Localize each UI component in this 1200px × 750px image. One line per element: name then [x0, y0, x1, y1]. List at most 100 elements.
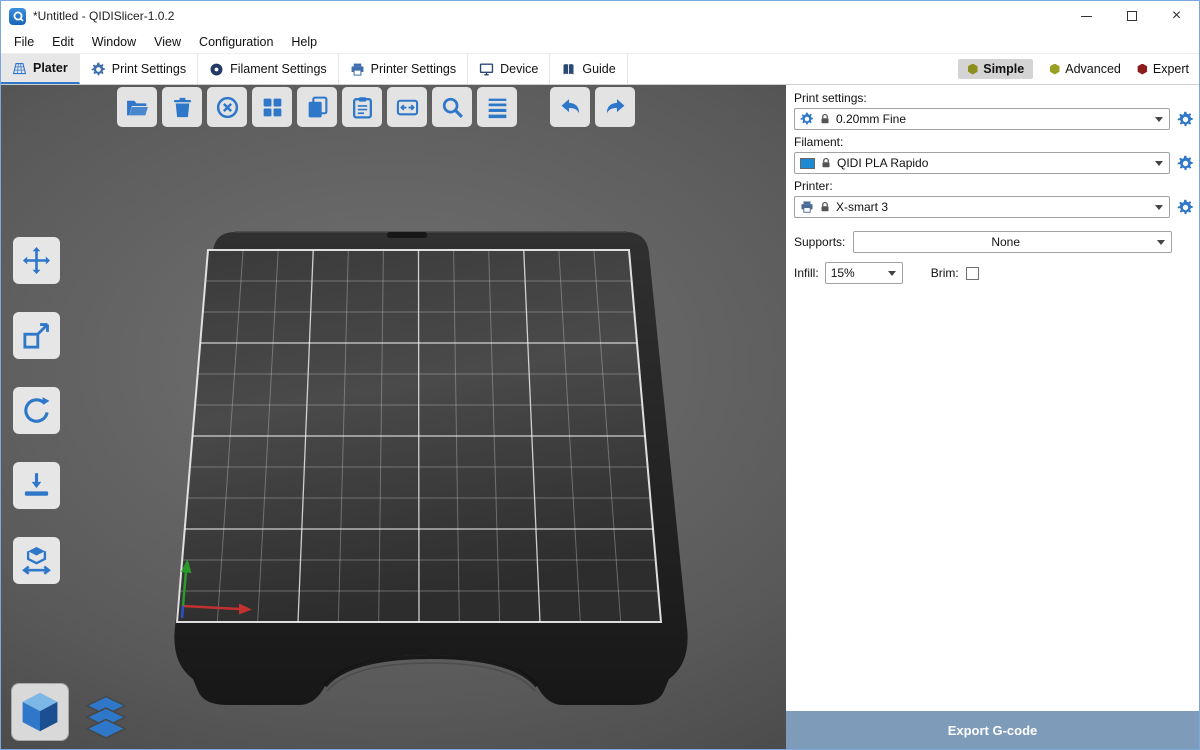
redo-button[interactable] [595, 87, 635, 127]
3d-cube-icon [18, 690, 62, 734]
tab-plater[interactable]: Plater [1, 54, 80, 84]
menu-help[interactable]: Help [282, 32, 326, 52]
3d-editor-view-button[interactable] [11, 683, 69, 741]
mode-expert-label: Expert [1153, 62, 1189, 76]
delete-button[interactable] [162, 87, 202, 127]
paste-icon [350, 95, 375, 120]
export-gcode-button[interactable]: Export G-code [786, 711, 1199, 749]
search-button[interactable] [432, 87, 472, 127]
supports-combo[interactable]: None [853, 231, 1172, 253]
mode-simple-label: Simple [983, 62, 1024, 76]
mode-simple[interactable]: Simple [958, 59, 1033, 79]
printer-icon [350, 62, 365, 77]
tab-filament-settings[interactable]: Filament Settings [198, 54, 339, 84]
mode-advanced[interactable]: Advanced [1049, 62, 1121, 76]
delete-all-button[interactable] [207, 87, 247, 127]
print-settings-value: 0.20mm Fine [836, 112, 1150, 126]
printer-icon [800, 200, 814, 214]
copy-button[interactable] [297, 87, 337, 127]
rotate-icon [21, 395, 52, 426]
filament-spool-icon [209, 62, 224, 77]
printer-combo[interactable]: X-smart 3 [794, 196, 1170, 218]
qidislicer-window: *Untitled - QIDISlicer-1.0.2 × File Edit… [0, 0, 1200, 750]
scale-button[interactable] [13, 312, 60, 359]
print-bed-render [1, 85, 786, 750]
chevron-down-icon [1155, 117, 1163, 122]
print-settings-label: Print settings: [794, 91, 1199, 105]
advanced-mode-hexagon-icon [1049, 64, 1060, 75]
sidebar: Print settings: 0.20mm Fine Filament: QI… [786, 85, 1199, 749]
menu-configuration[interactable]: Configuration [190, 32, 282, 52]
filament-combo[interactable]: QIDI PLA Rapido [794, 152, 1170, 174]
mode-selector: Simple Advanced Expert [958, 54, 1199, 84]
copy-icon [305, 95, 330, 120]
supports-value: None [859, 235, 1152, 249]
redo-icon [603, 95, 628, 120]
filament-color-swatch [800, 158, 815, 169]
place-on-face-button[interactable] [13, 462, 60, 509]
filament-label: Filament: [794, 135, 1199, 149]
minimize-button[interactable] [1064, 1, 1109, 31]
book-icon [561, 62, 576, 77]
printer-gear-button[interactable] [1177, 199, 1194, 216]
infill-value: 15% [831, 266, 883, 280]
3d-viewport[interactable] [1, 85, 786, 749]
infill-label: Infill: [794, 266, 819, 280]
rotate-button[interactable] [13, 387, 60, 434]
bed-top-notch [387, 232, 427, 238]
window-title: *Untitled - QIDISlicer-1.0.2 [33, 9, 174, 23]
tab-printer-settings-label: Printer Settings [371, 62, 456, 76]
move-button[interactable] [13, 237, 60, 284]
split-icon [395, 95, 420, 120]
maximize-button[interactable] [1109, 1, 1154, 31]
menu-edit[interactable]: Edit [43, 32, 83, 52]
chevron-down-icon [888, 271, 896, 276]
undo-button[interactable] [550, 87, 590, 127]
view-switch [11, 683, 129, 741]
preview-view-button[interactable] [83, 695, 129, 741]
paste-button[interactable] [342, 87, 382, 127]
filament-gear-button[interactable] [1177, 155, 1194, 172]
tab-print-settings[interactable]: Print Settings [80, 54, 198, 84]
measure-icon [21, 545, 52, 576]
menubar: File Edit Window View Configuration Help [1, 31, 1199, 54]
gear-icon [800, 112, 814, 126]
brim-checkbox[interactable] [966, 267, 979, 280]
move-icon [21, 245, 52, 276]
arrange-button[interactable] [252, 87, 292, 127]
maximize-icon [1127, 11, 1137, 21]
infill-combo[interactable]: 15% [825, 262, 903, 284]
close-button[interactable]: × [1154, 1, 1199, 31]
app-logo-icon [9, 8, 26, 25]
layers-preview-icon [83, 695, 129, 741]
tab-guide-label: Guide [582, 62, 615, 76]
print-settings-gear-button[interactable] [1177, 111, 1194, 128]
chevron-down-icon [1157, 240, 1165, 245]
print-settings-combo[interactable]: 0.20mm Fine [794, 108, 1170, 130]
menu-view[interactable]: View [145, 32, 190, 52]
transform-toolbar [13, 237, 60, 584]
open-button[interactable] [117, 87, 157, 127]
menu-file[interactable]: File [5, 32, 43, 52]
monitor-icon [479, 62, 494, 77]
supports-label: Supports: [794, 235, 845, 249]
scene-toolbar [117, 87, 635, 127]
open-folder-icon [125, 95, 150, 120]
variable-layer-height-button[interactable] [477, 87, 517, 127]
trash-icon [170, 95, 195, 120]
menu-window[interactable]: Window [83, 32, 145, 52]
tab-guide[interactable]: Guide [550, 54, 627, 84]
tab-device[interactable]: Device [468, 54, 550, 84]
tab-printer-settings[interactable]: Printer Settings [339, 54, 468, 84]
mode-expert[interactable]: Expert [1137, 62, 1189, 76]
titlebar: *Untitled - QIDISlicer-1.0.2 × [1, 1, 1199, 31]
lock-icon [819, 201, 831, 213]
split-button[interactable] [387, 87, 427, 127]
delete-all-icon [215, 95, 240, 120]
measure-button[interactable] [13, 537, 60, 584]
window-controls: × [1064, 1, 1199, 31]
gear-icon [91, 62, 106, 77]
chevron-down-icon [1155, 161, 1163, 166]
chevron-down-icon [1155, 205, 1163, 210]
scale-icon [21, 320, 52, 351]
